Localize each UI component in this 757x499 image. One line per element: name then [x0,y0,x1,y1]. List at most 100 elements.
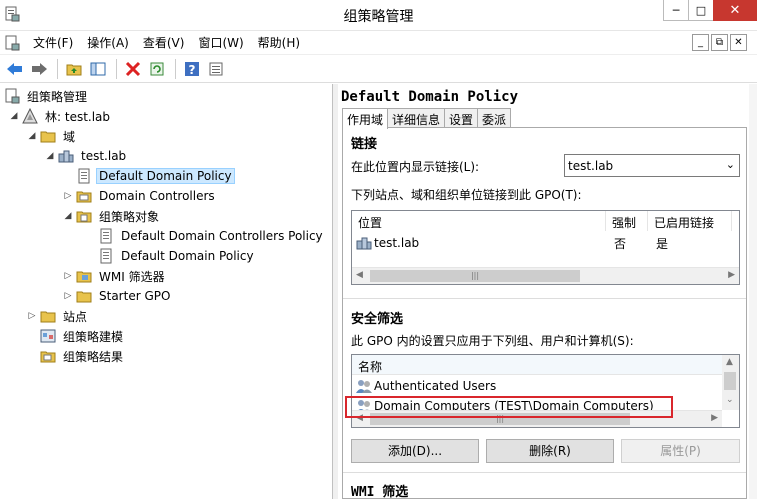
show-hide-tree-button[interactable] [87,58,109,80]
location-select[interactable]: test.lab ⌄ [564,154,740,177]
mdi-restore-button[interactable]: ⧉ [711,34,728,51]
results-icon [40,351,56,363]
security-principal: Authenticated Users [374,379,497,393]
gpo-title: Default Domain Policy [341,89,519,105]
links-horizontal-scrollbar[interactable]: ◀ ||| ▶ [352,267,739,284]
tree-node-starter-gpo[interactable]: ▷ Starter GPO [62,286,173,306]
close-button[interactable]: ✕ [713,0,757,21]
collapse-chevron-icon[interactable]: ◢ [8,111,20,121]
gpo-link-icon [78,168,90,184]
tree-node-default-domain-policy-link[interactable]: Default Domain Policy [76,166,235,186]
security-filtering-label: 此 GPO 内的设置只应用于下列组、用户和计算机(S): [351,334,634,348]
column-header-enforced[interactable]: 强制 [606,211,648,231]
back-button[interactable] [4,58,26,80]
gpo-icon [100,248,112,264]
tab-delegation[interactable]: 委派 [477,108,512,128]
tree-node-gp-results[interactable]: 组策略结果 [40,346,126,366]
tree-node-domain-testlab[interactable]: ◢ test.lab [44,146,129,166]
table-row[interactable]: test.lab 否 是 [352,233,734,253]
security-vertical-scrollbar[interactable]: ▲ ⌄ [722,355,739,410]
scroll-right-icon: ▶ [711,413,718,423]
refresh-button[interactable] [146,58,168,80]
toolbar: ? [0,55,757,83]
folder-up-icon [66,64,82,75]
tree-node-domains[interactable]: ◢ 域 [26,126,78,146]
details-pane: Default Domain Policy 作用域 详细信息 设置 委派 链接 … [338,84,757,499]
minimize-button[interactable]: ─ [663,0,689,21]
list-item[interactable]: Authenticated Users [352,376,502,396]
tree-node-domain-controllers[interactable]: ▷ Domain Controllers [62,186,218,206]
domain-icon [356,237,372,250]
ou-folder-icon [76,191,92,203]
tab-scope[interactable]: 作用域 [342,108,389,129]
tree-node-gp-modeling[interactable]: 组策略建模 [40,326,126,346]
column-header-link-enabled[interactable]: 已启用链接 [648,211,732,231]
expand-chevron-icon[interactable]: ▷ [62,271,74,281]
menu-window[interactable]: 窗口(W) [191,34,250,51]
scroll-thumb[interactable]: ||| [370,270,580,282]
wmi-filtering-header: WMI 筛选 [351,485,409,499]
tree-node-gpo-default-domain-policy[interactable]: Default Domain Policy [98,246,257,266]
security-list-header: 名称 [352,355,722,375]
remove-button[interactable]: 删除(R) [486,439,614,463]
refresh-icon [150,62,164,75]
menu-help[interactable]: 帮助(H) [251,34,307,51]
menu-view[interactable]: 查看(V) [136,34,192,51]
tree-node-wmi-filters[interactable]: ▷ WMI 筛选器 [62,266,168,286]
back-arrow-icon [7,62,22,75]
menu-bar: 文件(F) 操作(A) 查看(V) 窗口(W) 帮助(H) _ ⧉ ✕ [0,31,757,55]
up-folder-button[interactable] [63,58,85,80]
minimize-icon: ─ [672,3,680,17]
close-icon: ✕ [729,2,741,18]
tree-node-gpo-default-dc-policy[interactable]: Default Domain Controllers Policy [98,226,326,246]
starter-folder-icon [76,291,92,303]
highlight-annotation-box [345,396,673,418]
menu-file[interactable]: 文件(F) [26,34,80,51]
expand-chevron-icon[interactable]: ▷ [62,291,74,301]
help-icon: ? [185,61,199,77]
links-list-header: 位置 强制 已启用链接 [352,211,739,231]
details-vertical-scrollbar[interactable] [749,84,757,499]
chevron-down-icon: ⌄ [725,158,735,171]
maximize-icon: □ [695,3,707,17]
properties-toolbar-button[interactable] [205,58,227,80]
cell-enforced: 否 [614,236,627,251]
linked-locations-label: 下列站点、域和组织单位链接到此 GPO(T): [351,188,582,202]
console-tree-icon [90,62,106,75]
tree-node-forest[interactable]: ◢ 林: test.lab [8,106,113,126]
expand-chevron-icon[interactable]: ▷ [62,191,74,201]
add-button[interactable]: 添加(D)... [351,439,479,463]
mdi-close-button[interactable]: ✕ [730,34,747,51]
tab-settings[interactable]: 设置 [444,108,479,128]
forest-icon [22,108,38,124]
help-button[interactable]: ? [181,58,203,80]
collapse-chevron-icon[interactable]: ◢ [44,151,56,161]
forward-arrow-icon [32,62,47,75]
scroll-thumb[interactable] [724,372,736,390]
expand-chevron-icon[interactable]: ▷ [26,311,38,321]
collapse-chevron-icon[interactable]: ◢ [26,131,38,141]
scroll-down-icon: ⌄ [726,395,734,405]
delete-button[interactable] [122,58,144,80]
scroll-up-icon: ▲ [726,357,733,367]
mdi-minimize-button[interactable]: _ [692,34,709,51]
gpo-folder-icon [76,211,92,223]
column-header-location[interactable]: 位置 [352,211,606,231]
title-bar: 组策略管理 ─ □ ✕ [0,0,757,31]
properties-button[interactable]: 属性(P) [621,439,740,463]
forward-button[interactable] [28,58,50,80]
tree-node-sites[interactable]: ▷ 站点 [26,306,90,326]
user-group-icon [356,380,372,393]
column-header-name[interactable]: 名称 [352,355,722,375]
modeling-icon [40,329,56,343]
menu-action[interactable]: 操作(A) [80,34,136,51]
tab-details[interactable]: 详细信息 [387,108,446,128]
wmi-folder-icon [76,271,92,283]
maximize-button[interactable]: □ [688,0,714,21]
document-menu-icon[interactable] [4,35,20,51]
tree-node-gpo-container[interactable]: ◢ 组策略对象 [62,206,162,226]
collapse-chevron-icon[interactable]: ◢ [62,211,74,221]
delete-x-icon [125,61,141,76]
tree-node-gpmc-root[interactable]: 组策略管理 [4,86,90,106]
domain-icon [58,150,74,163]
